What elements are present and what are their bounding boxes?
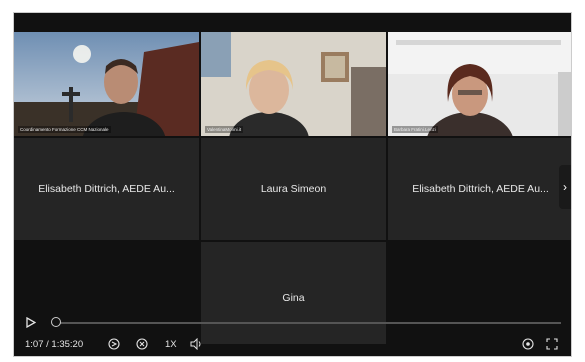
seek-bar[interactable] xyxy=(54,322,561,324)
participant-tile-4[interactable]: Elisabeth Dittrich, AEDE Au... xyxy=(14,138,199,240)
participant-video-1 xyxy=(14,32,199,136)
playback-speed-button[interactable]: 1X xyxy=(165,339,177,350)
video-tile-1[interactable]: Coordinamento Formazione CCM Nazionale xyxy=(14,32,199,136)
video-tile-3[interactable]: Barbara Fratini.Lenzi xyxy=(388,32,571,136)
participant-name: Elisabeth Dittrich, AEDE Au... xyxy=(38,183,175,195)
settings-icon[interactable] xyxy=(522,338,534,354)
participant-tile-5[interactable]: Laura Simeon xyxy=(201,138,386,240)
fullscreen-icon[interactable] xyxy=(546,338,558,354)
player-controls: 1:07 / 1:35:20 1X xyxy=(14,316,571,356)
volume-icon[interactable] xyxy=(190,337,203,354)
participant-name-caption: ValentinaMorini.it xyxy=(205,126,244,133)
participant-name-caption: Barbara Fratini.Lenzi xyxy=(392,126,438,133)
forward-icon[interactable] xyxy=(136,338,148,354)
participant-tile-6[interactable]: Elisabeth Dittrich, AEDE Au... xyxy=(388,138,571,240)
seek-handle[interactable] xyxy=(51,317,61,327)
participant-name: Laura Simeon xyxy=(260,183,327,195)
rewind-icon[interactable] xyxy=(108,338,120,354)
play-icon[interactable] xyxy=(26,316,37,332)
video-tile-2[interactable]: ValentinaMorini.it xyxy=(201,32,386,136)
participant-name: Gina xyxy=(282,292,305,304)
chevron-right-icon[interactable]: › xyxy=(559,165,571,209)
time-display: 1:07 / 1:35:20 xyxy=(25,339,84,350)
participant-video-2 xyxy=(201,32,386,136)
participant-name: Elisabeth Dittrich, AEDE Au... xyxy=(412,183,549,195)
video-player[interactable]: Coordinamento Formazione CCM Nazionale V… xyxy=(13,12,572,357)
participant-video-3 xyxy=(388,32,571,136)
participant-name-caption: Coordinamento Formazione CCM Nazionale xyxy=(18,126,111,133)
